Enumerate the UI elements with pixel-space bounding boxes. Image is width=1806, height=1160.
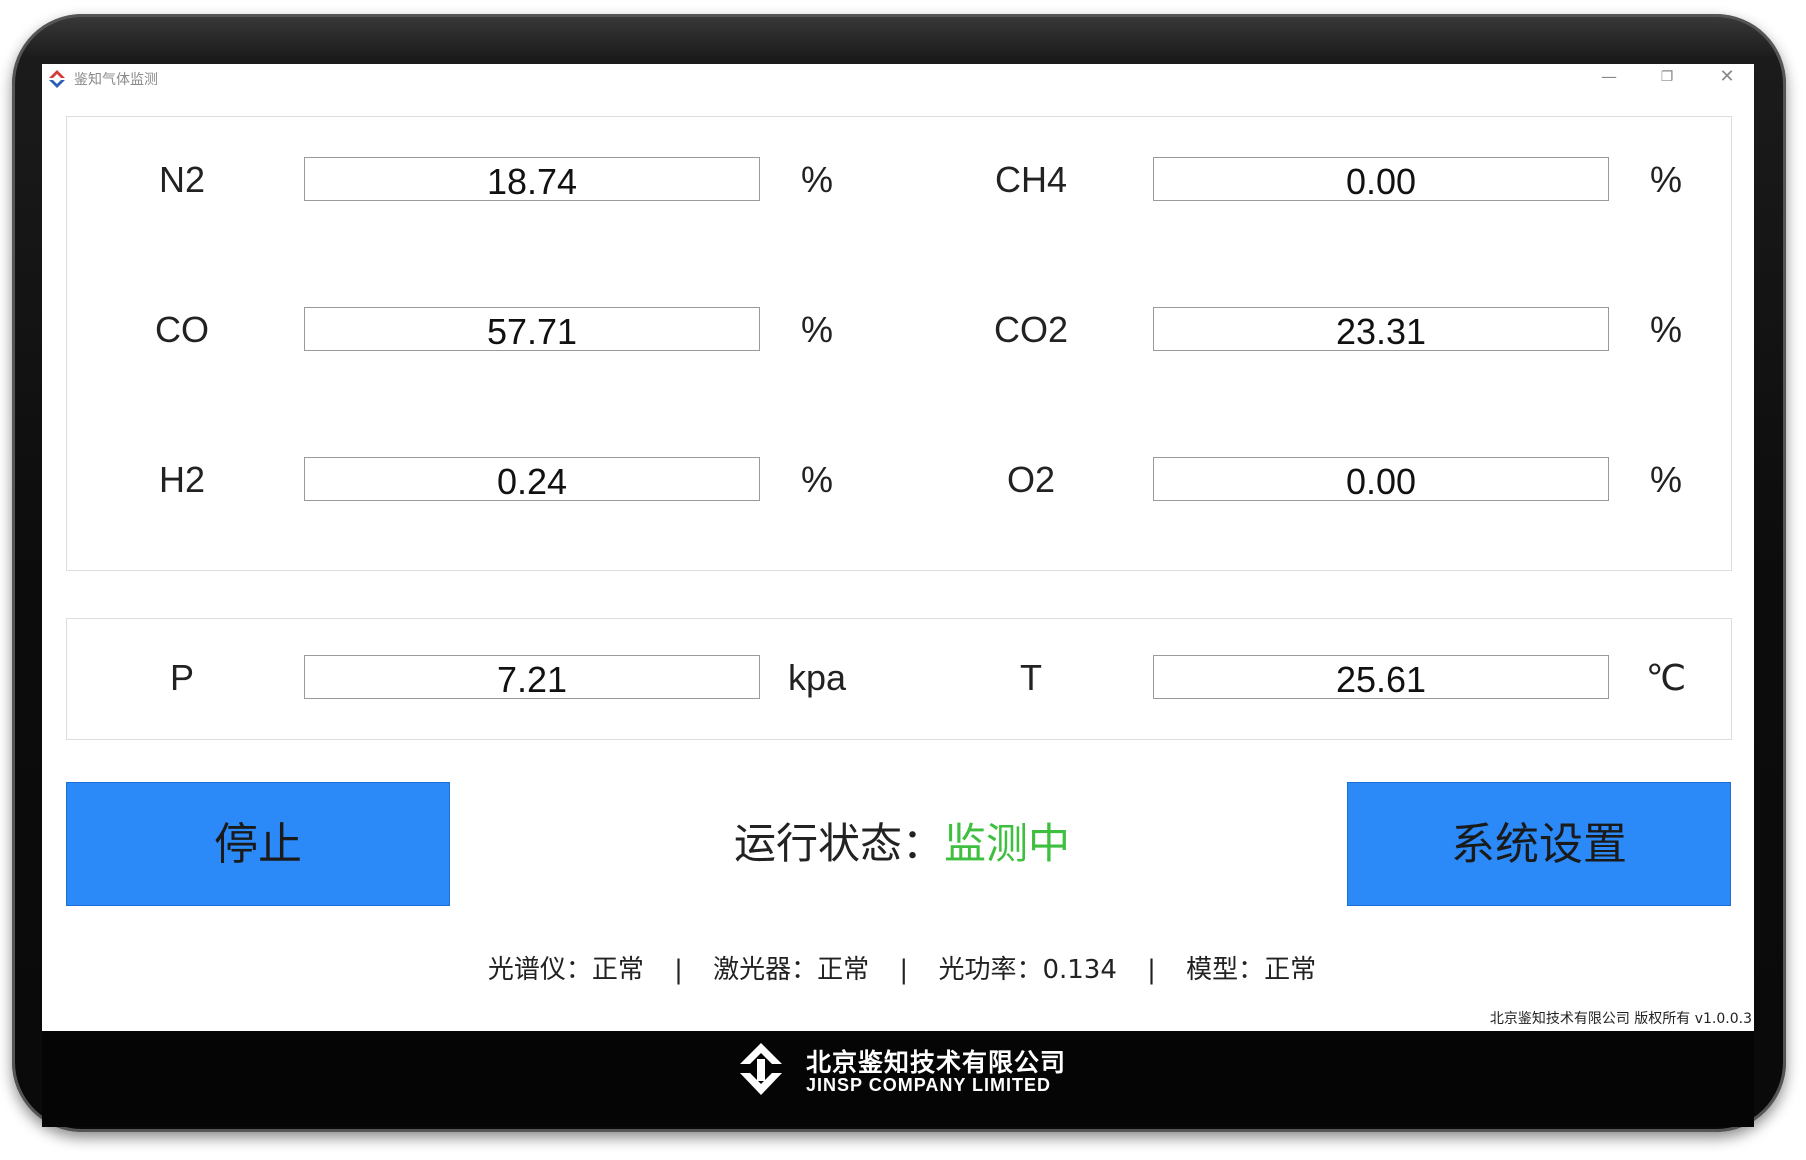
optical-power-status: 光功率：0.134 xyxy=(938,955,1117,985)
run-status-label: 运行状态： xyxy=(733,819,944,868)
gas-unit-ch4: % xyxy=(1649,159,1682,200)
gas-value-co: 57.71 xyxy=(304,307,760,352)
maximize-button[interactable]: ❐ xyxy=(1638,64,1696,92)
pressure-value: 7.21 xyxy=(304,655,760,700)
temperature-value: 25.61 xyxy=(1153,655,1609,700)
gas-value-n2: 18.74 xyxy=(304,157,760,202)
system-settings-button[interactable]: 系统设置 xyxy=(1347,782,1731,906)
temperature-unit: ℃ xyxy=(1645,657,1687,698)
copyright-text: 北京鉴知技术有限公司 版权所有 v1.0.0.3 xyxy=(1489,1011,1752,1027)
title-bar: 鉴知气体监测 — ❐ ✕ xyxy=(42,64,1754,92)
temperature-label: T xyxy=(1020,657,1042,698)
gas-readings-panel: N2 18.74 % CH4 0.00 % CO 57.71 % CO2 23.… xyxy=(66,116,1732,571)
gas-value-o2: 0.00 xyxy=(1153,457,1609,502)
laser-status: 激光器：正常 xyxy=(713,955,870,985)
gas-unit-o2: % xyxy=(1649,459,1682,500)
company-name-cn: 北京鉴知技术有限公司 xyxy=(806,1048,1067,1077)
diagnostics-bar: 光谱仪：正常 | 激光器：正常 | 光功率：0.134 | 模型：正常 xyxy=(242,952,1562,988)
brand-footer: 北京鉴知技术有限公司 JINSP COMPANY LIMITED xyxy=(42,1031,1754,1127)
close-button[interactable]: ✕ xyxy=(1698,64,1754,92)
gas-label-ch4: CH4 xyxy=(994,159,1068,200)
gas-unit-h2: % xyxy=(800,459,833,500)
stop-button[interactable]: 停止 xyxy=(66,782,450,906)
separator: | xyxy=(1147,955,1156,985)
app-logo-icon xyxy=(49,70,65,88)
gas-label-co: CO xyxy=(155,309,209,350)
environment-panel: P 7.21 kpa T 25.61 ℃ xyxy=(66,618,1732,740)
gas-value-h2: 0.24 xyxy=(304,457,760,502)
window-title: 鉴知气体监测 xyxy=(74,72,158,88)
gas-unit-co: % xyxy=(800,309,833,350)
gas-value-co2: 23.31 xyxy=(1153,307,1609,352)
gas-label-co2: CO2 xyxy=(993,309,1069,350)
run-status-value: 监测中 xyxy=(944,819,1071,868)
separator: | xyxy=(899,955,909,985)
gas-value-ch4: 0.00 xyxy=(1153,157,1609,202)
gas-label-o2: O2 xyxy=(1006,459,1056,500)
minimize-button[interactable]: — xyxy=(1580,64,1638,92)
spectrometer-status: 光谱仪：正常 xyxy=(487,955,644,985)
app-window: 鉴知气体监测 — ❐ ✕ N2 18.74 % CH4 0.00 % CO 57… xyxy=(42,64,1754,1031)
separator: | xyxy=(674,955,683,985)
gas-unit-co2: % xyxy=(1649,309,1682,350)
pressure-unit: kpa xyxy=(787,657,847,698)
pressure-label: P xyxy=(169,657,194,698)
gas-label-n2: N2 xyxy=(158,159,206,200)
run-status: 运行状态：监测中 xyxy=(542,816,1262,872)
gas-unit-n2: % xyxy=(800,159,833,200)
company-name-en: JINSP COMPANY LIMITED xyxy=(806,1075,1052,1095)
model-status: 模型：正常 xyxy=(1186,955,1317,985)
gas-label-h2: H2 xyxy=(158,459,206,500)
company-logo-icon xyxy=(740,1043,782,1095)
